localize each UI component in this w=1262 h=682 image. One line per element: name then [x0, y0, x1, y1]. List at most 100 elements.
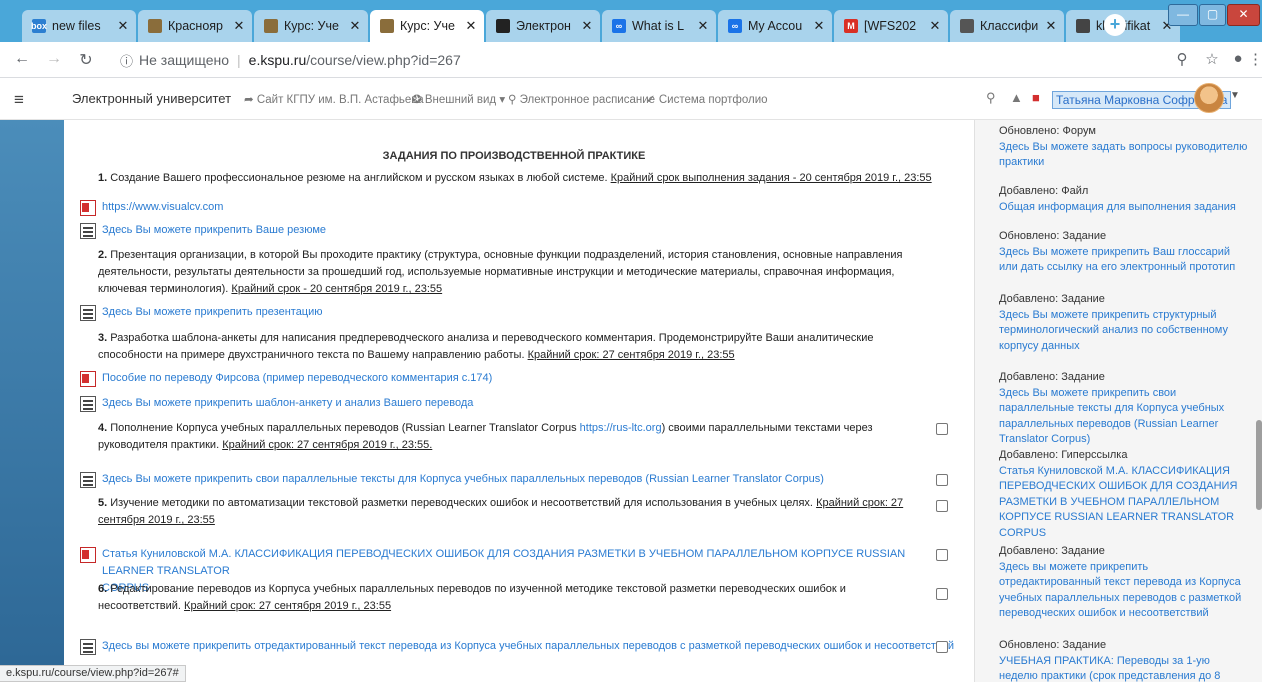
profile-icon[interactable]: ● [1228, 50, 1248, 67]
task-deadline: Крайний срок выполнения задания - 20 сен… [610, 172, 932, 184]
task-text: Создание Вашего профессиональное резюме … [107, 172, 611, 184]
nav-link-label: Сайт КГПУ им. В.П. Астафьева [256, 94, 424, 106]
browser-tab[interactable]: Классифи ✕ [950, 10, 1064, 42]
assignment-icon [80, 396, 96, 412]
bookmark-star-icon[interactable]: ☆ [1202, 50, 1222, 68]
task-text: Пополнение Корпуса учебных параллельных … [107, 422, 580, 434]
avatar[interactable] [1194, 83, 1224, 113]
close-icon[interactable]: ✕ [696, 18, 710, 34]
activity-link[interactable]: Здесь вы можете прикрепить отредактирова… [999, 560, 1249, 622]
assign-parallel-link[interactable]: Здесь Вы можете прикрепить свои параллел… [80, 471, 824, 488]
browser-tab[interactable]: Краснояр ✕ [138, 10, 252, 42]
visualcv-link[interactable]: https://www.visualcv.com [80, 199, 223, 216]
back-arrow-icon[interactable]: ← [12, 50, 32, 68]
firsova-manual-link[interactable]: Пособие по переводу Фирсова (пример пере… [80, 370, 492, 387]
task-number: 4. [98, 422, 108, 434]
tab-title: new files [52, 19, 101, 33]
zoom-icon[interactable]: ⚲ [1172, 50, 1192, 68]
activity-link[interactable]: Здесь Вы можете прикрепить свои параллел… [999, 386, 1249, 448]
reload-icon[interactable]: ↻ [76, 50, 96, 70]
infinity-icon: ∞ [728, 19, 742, 33]
completion-checkbox[interactable] [936, 474, 948, 486]
pdf-icon [80, 371, 96, 387]
menu-kebab-icon[interactable]: ⋮ [1248, 50, 1262, 68]
activity-link[interactable]: Здесь Вы можете задать вопросы руководит… [999, 140, 1249, 171]
info-icon[interactable]: ⓘ [120, 51, 133, 70]
building-icon [148, 19, 162, 33]
address-bar: ← → ↻ ⓘ Не защищено | e.kspu.ru /course/… [0, 42, 1262, 78]
task-5: 5. Изучение методики по автоматизации те… [98, 495, 918, 529]
link-label: Здесь Вы можете прикрепить шаблон-анкету… [102, 397, 474, 409]
tab-title: Курс: Уче [284, 19, 339, 33]
close-icon[interactable]: ✕ [928, 18, 942, 34]
activity-link[interactable]: Статья Куниловской М.А. КЛАССИФИКАЦИЯ ПЕ… [999, 464, 1249, 542]
minimize-button[interactable]: — [1168, 4, 1198, 26]
arrow-icon: ➦ [244, 94, 254, 106]
nav-link-portfolio[interactable]: ✓ Система портфолио [646, 92, 768, 106]
close-icon[interactable]: ✕ [580, 18, 594, 34]
url-path: /course/view.php?id=267 [306, 52, 461, 68]
assign-presentation-link[interactable]: Здесь Вы можете прикрепить презентацию [80, 304, 323, 321]
activity-item: Добавлено: Задание Здесь Вы можете прикр… [999, 370, 1249, 448]
task-number: 5. [98, 497, 108, 509]
tab-title: Краснояр [168, 19, 224, 33]
site-brand[interactable]: Электронный университет [72, 91, 231, 106]
search-icon[interactable]: ⚲ [986, 90, 996, 106]
page-scrollbar[interactable] [1256, 420, 1262, 510]
close-icon[interactable]: ✕ [232, 18, 246, 34]
chevron-down-icon[interactable]: ▼ [1230, 90, 1240, 101]
completion-checkbox[interactable] [936, 500, 948, 512]
tab-title: Классифи [980, 19, 1039, 33]
browser-tab[interactable]: ∞ My Accou ✕ [718, 10, 832, 42]
link-label: Здесь Вы можете прикрепить презентацию [102, 306, 323, 318]
maximize-button[interactable]: ▢ [1199, 4, 1226, 26]
browser-tab[interactable]: ∞ What is L ✕ [602, 10, 716, 42]
browser-tab[interactable]: Курс: Уче ✕ [254, 10, 368, 42]
assign-resume-link[interactable]: Здесь Вы можете прикрепить Ваше резюме [80, 222, 326, 239]
task-number: 6. [98, 583, 108, 595]
window-close-button[interactable]: ✕ [1227, 4, 1260, 26]
task-6: 6. Редактирование переводов из Корпуса у… [98, 581, 918, 615]
nav-link-kgpu[interactable]: ➦ Сайт КГПУ им. В.П. Астафьева [244, 92, 424, 106]
assignment-icon [80, 472, 96, 488]
url-host: e.kspu.ru [248, 52, 307, 68]
forward-arrow-icon[interactable]: → [44, 50, 64, 68]
close-icon[interactable]: ✕ [464, 18, 478, 34]
completion-checkbox[interactable] [936, 588, 948, 600]
nav-link-appearance[interactable]: ✪ Внешний вид ▾ [412, 92, 505, 106]
nav-link-label: Электронное расписание [519, 94, 656, 106]
task-4: 4. Пополнение Корпуса учебных параллельн… [98, 420, 898, 454]
url-field[interactable]: ⓘ Не защищено | e.kspu.ru /course/view.p… [120, 49, 1120, 71]
browser-tab[interactable]: Курс: Уче ✕ [370, 10, 484, 42]
browser-tab[interactable]: M [WFS202 ✕ [834, 10, 948, 42]
new-tab-button[interactable]: + [1104, 14, 1126, 36]
close-icon[interactable]: ✕ [348, 18, 362, 34]
close-icon[interactable]: ✕ [812, 18, 826, 34]
activity-link[interactable]: Общая информация для выполнения задания [999, 200, 1249, 216]
activity-link[interactable]: УЧЕБНАЯ ПРАКТИКА: Переводы за 1-ую недел… [999, 654, 1249, 682]
activity-link[interactable]: Здесь Вы можете прикрепить Ваш глоссарий… [999, 245, 1249, 276]
globe-icon [1076, 19, 1090, 33]
activity-item: Добавлено: Задание Здесь вы можете прикр… [999, 544, 1249, 622]
section-title: ЗАДАНИЯ ПО ПРОИЗВОДСТВЕННОЙ ПРАКТИКЕ [382, 150, 646, 162]
rus-ltc-link[interactable]: https://rus-ltc.org [580, 422, 662, 434]
close-icon[interactable]: ✕ [116, 18, 130, 34]
assign-edited-link[interactable]: Здесь вы можете прикрепить отредактирова… [80, 638, 954, 655]
browser-tab[interactable]: box new files ✕ [22, 10, 136, 42]
activity-link[interactable]: Здесь Вы можете прикрепить структурный т… [999, 308, 1249, 355]
messages-icon[interactable]: ■ [1032, 90, 1040, 105]
activity-head: Добавлено: Файл [999, 185, 1089, 197]
completion-checkbox[interactable] [936, 549, 948, 561]
nav-link-label: Внешний вид ▾ [424, 94, 506, 106]
security-label: Не защищено [139, 52, 230, 68]
hamburger-menu-icon[interactable]: ≡ [14, 90, 24, 110]
bell-icon[interactable]: ▲ [1010, 90, 1023, 105]
browser-tab[interactable]: Электрон ✕ [486, 10, 600, 42]
completion-checkbox[interactable] [936, 423, 948, 435]
nav-link-schedule[interactable]: ⚲ Электронное расписание [508, 92, 655, 106]
activity-head: Добавлено: Гиперссылка [999, 449, 1128, 461]
assign-template-link[interactable]: Здесь Вы можете прикрепить шаблон-анкету… [80, 395, 474, 412]
close-icon[interactable]: ✕ [1044, 18, 1058, 34]
completion-checkbox[interactable] [936, 641, 948, 653]
portfolio-icon: ✓ [646, 94, 656, 106]
